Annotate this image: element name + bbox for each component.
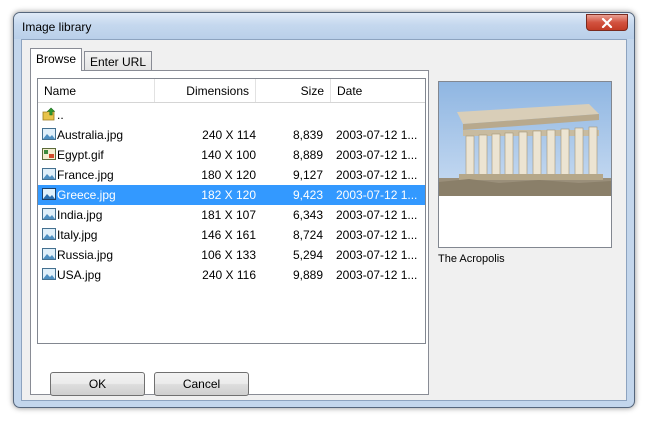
- file-name: ..: [57, 108, 64, 122]
- file-size: 9,423: [292, 188, 323, 202]
- column-header-date[interactable]: Date: [331, 79, 425, 102]
- image-file-icon: [42, 268, 56, 280]
- file-name: India.jpg: [57, 208, 103, 222]
- file-date: 2003-07-12 1...: [336, 188, 418, 202]
- file-dimensions: 182 X 120: [201, 188, 256, 202]
- file-dimensions: 240 X 114: [202, 128, 256, 142]
- file-dimensions: 106 X 133: [201, 248, 256, 262]
- image-file-icon: [42, 128, 56, 140]
- dialog-client-area: Browse Enter URL Name Dimensions Size Da…: [21, 39, 627, 401]
- list-item-parent[interactable]: ..: [38, 105, 425, 125]
- file-dimensions: 180 X 120: [201, 168, 256, 182]
- file-date: 2003-07-12 1...: [336, 128, 418, 142]
- gif-file-icon: [42, 148, 56, 160]
- close-button[interactable]: [586, 14, 628, 31]
- file-date: 2003-07-12 1...: [336, 168, 418, 182]
- file-name: Russia.jpg: [57, 248, 114, 262]
- file-size: 8,724: [292, 228, 323, 242]
- file-size: 8,889: [292, 148, 323, 162]
- image-file-icon: [42, 188, 56, 200]
- file-size: 6,343: [292, 208, 323, 222]
- list-item[interactable]: India.jpg 181 X 107 6,343 2003-07-12 1..…: [38, 205, 425, 225]
- file-date: 2003-07-12 1...: [336, 208, 418, 222]
- file-date: 2003-07-12 1...: [336, 148, 418, 162]
- file-dimensions: 181 X 107: [201, 208, 256, 222]
- list-item[interactable]: Australia.jpg 240 X 114 8,839 2003-07-12…: [38, 125, 425, 145]
- browse-panel: Name Dimensions Size Date .. Australia.j…: [30, 70, 429, 396]
- list-item[interactable]: Egypt.gif 140 X 100 8,889 2003-07-12 1..…: [38, 145, 425, 165]
- list-item[interactable]: France.jpg 180 X 120 9,127 2003-07-12 1.…: [38, 165, 425, 185]
- list-item[interactable]: Russia.jpg 106 X 133 5,294 2003-07-12 1.…: [38, 245, 425, 265]
- column-header-dimensions[interactable]: Dimensions: [155, 79, 256, 102]
- file-size: 8,839: [292, 128, 323, 142]
- file-name: Greece.jpg: [57, 188, 116, 202]
- close-icon: [601, 17, 613, 28]
- file-size: 9,127: [292, 168, 323, 182]
- file-name: Italy.jpg: [57, 228, 98, 242]
- file-date: 2003-07-12 1...: [336, 228, 418, 242]
- file-dimensions: 140 X 100: [201, 148, 256, 162]
- column-header-size[interactable]: Size: [256, 79, 331, 102]
- image-file-icon: [42, 168, 56, 180]
- list-item-selected[interactable]: Greece.jpg 182 X 120 9,423 2003-07-12 1.…: [38, 185, 425, 205]
- list-item[interactable]: Italy.jpg 146 X 161 8,724 2003-07-12 1..…: [38, 225, 425, 245]
- title-bar[interactable]: Image library: [14, 13, 634, 39]
- cancel-button[interactable]: Cancel: [154, 372, 249, 396]
- image-file-icon: [42, 228, 56, 240]
- file-name: USA.jpg: [57, 268, 102, 282]
- file-dimensions: 240 X 116: [202, 268, 256, 282]
- acropolis-photo: [439, 82, 611, 196]
- tab-enter-url[interactable]: Enter URL: [84, 51, 153, 71]
- image-preview: [438, 81, 612, 248]
- file-dimensions: 146 X 161: [201, 228, 256, 242]
- list-header: Name Dimensions Size Date: [38, 79, 425, 103]
- file-name: Egypt.gif: [57, 148, 104, 162]
- file-date: 2003-07-12 1...: [336, 248, 418, 262]
- list-item[interactable]: USA.jpg 240 X 116 9,889 2003-07-12 1...: [38, 265, 425, 285]
- file-list[interactable]: Name Dimensions Size Date .. Australia.j…: [37, 78, 426, 344]
- window-title: Image library: [22, 20, 92, 34]
- ok-button[interactable]: OK: [50, 372, 145, 396]
- file-name: France.jpg: [57, 168, 114, 182]
- dialog-window: Image library Browse Enter URL Name Dime…: [13, 12, 635, 408]
- image-file-icon: [42, 208, 56, 220]
- preview-caption: The Acropolis: [438, 253, 505, 265]
- file-size: 9,889: [292, 268, 323, 282]
- file-date: 2003-07-12 1...: [336, 268, 418, 282]
- tab-browse[interactable]: Browse: [30, 48, 83, 71]
- column-header-name[interactable]: Name: [38, 79, 155, 102]
- file-size: 5,294: [292, 248, 323, 262]
- file-name: Australia.jpg: [57, 128, 124, 142]
- parent-folder-icon: [42, 107, 56, 121]
- image-file-icon: [42, 248, 56, 260]
